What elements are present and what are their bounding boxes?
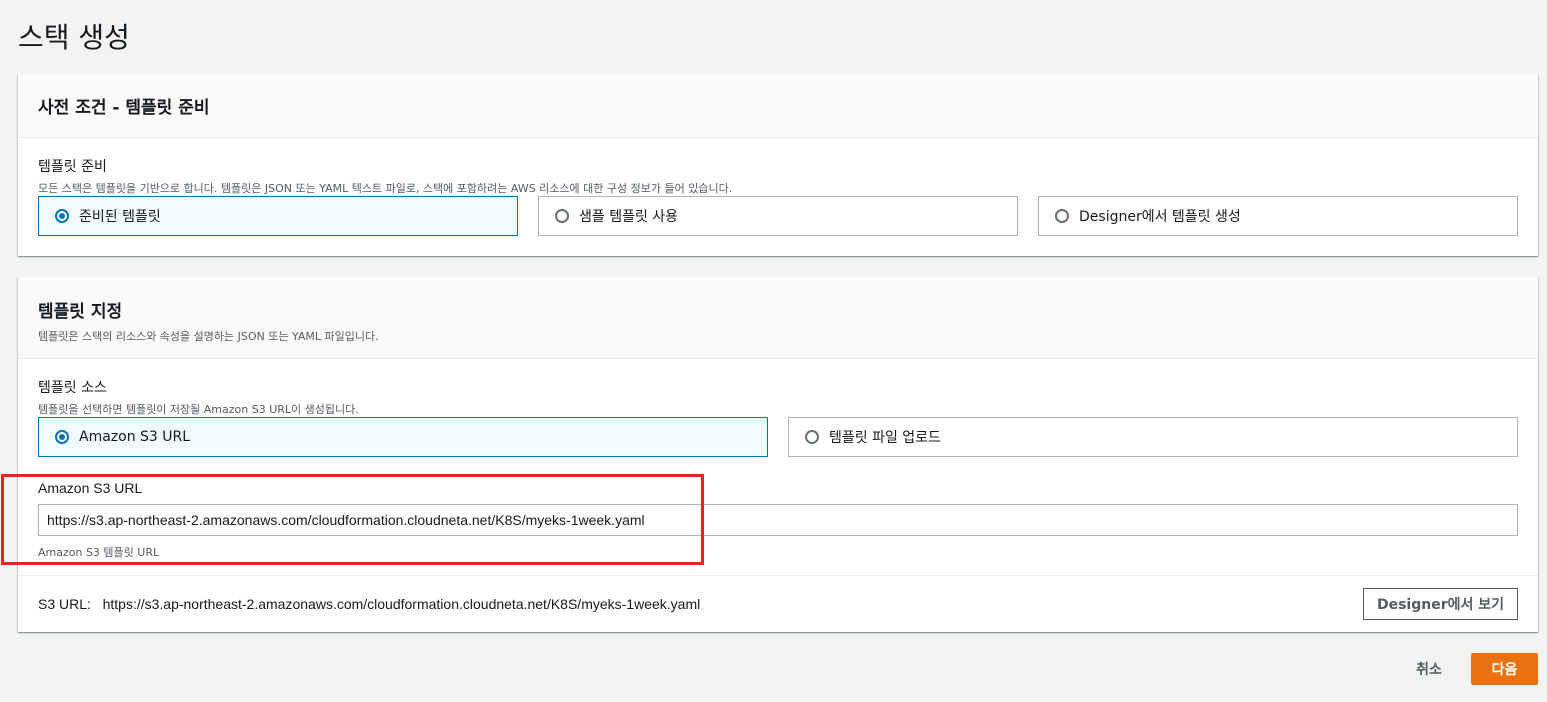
s3-url-summary-row: S3 URL: https://s3.ap-northeast-2.amazon… [18, 575, 1538, 633]
specify-panel-header: 템플릿 지정 템플릿은 스택의 리소스와 속성을 설명하는 JSON 또는 YA… [18, 277, 1538, 359]
option-designer-create[interactable]: Designer에서 템플릿 생성 [1038, 196, 1518, 236]
radio-icon[interactable] [555, 209, 569, 223]
s3-url-hint: Amazon S3 템플릿 URL [38, 546, 160, 559]
s3-url-input[interactable]: https://s3.ap-northeast-2.amazonaws.com/… [38, 504, 1518, 536]
specify-template-panel: 템플릿 지정 템플릿은 스택의 리소스와 속성을 설명하는 JSON 또는 YA… [18, 277, 1538, 632]
prepare-template-label: 템플릿 준비 [38, 159, 107, 175]
specify-panel-title: 템플릿 지정 [38, 302, 123, 322]
prepare-template-field: 템플릿 준비 모든 스택은 템플릿을 기반으로 합니다. 템플릿은 JSON 또… [38, 156, 732, 196]
option-template-ready[interactable]: 준비된 템플릿 [38, 196, 518, 236]
option-label: Designer에서 템플릿 생성 [1079, 209, 1241, 225]
s3-url-input-value: https://s3.ap-northeast-2.amazonaws.com/… [47, 512, 645, 528]
option-label: 샘플 템플릿 사용 [579, 209, 679, 225]
prereq-panel-title: 사전 조건 - 템플릿 준비 [38, 98, 210, 118]
option-upload-template-file[interactable]: 템플릿 파일 업로드 [788, 417, 1518, 457]
prereq-panel-header: 사전 조건 - 템플릿 준비 [18, 74, 1538, 138]
radio-selected-icon[interactable] [55, 430, 69, 444]
s3-url-summary-value: https://s3.ap-northeast-2.amazonaws.com/… [102, 596, 701, 612]
template-source-label: 템플릿 소스 [38, 380, 107, 396]
option-label: Amazon S3 URL [79, 429, 191, 445]
s3-url-summary: S3 URL: https://s3.ap-northeast-2.amazon… [38, 596, 700, 612]
radio-icon[interactable] [1055, 209, 1069, 223]
template-source-field: 템플릿 소스 템플릿을 선택하면 템플릿이 저장될 Amazon S3 URL이… [38, 377, 359, 417]
option-label: 준비된 템플릿 [79, 209, 161, 225]
option-amazon-s3-url[interactable]: Amazon S3 URL [38, 417, 768, 457]
cancel-button[interactable]: 취소 [1405, 656, 1453, 682]
next-button[interactable]: 다음 [1471, 653, 1538, 685]
s3-url-label: Amazon S3 URL [38, 480, 143, 496]
option-sample-template[interactable]: 샘플 템플릿 사용 [538, 196, 1018, 236]
page-title: 스택 생성 [18, 21, 130, 54]
radio-selected-icon[interactable] [55, 209, 69, 223]
specify-panel-desc: 템플릿은 스택의 리소스와 속성을 설명하는 JSON 또는 YAML 파일입니… [38, 330, 379, 343]
prereq-panel: 사전 조건 - 템플릿 준비 템플릿 준비 모든 스택은 템플릿을 기반으로 합… [18, 74, 1538, 256]
radio-icon[interactable] [805, 430, 819, 444]
prepare-template-desc: 모든 스택은 템플릿을 기반으로 합니다. 템플릿은 JSON 또는 YAML … [38, 182, 733, 195]
s3-url-prefix: S3 URL: [38, 596, 91, 612]
template-source-desc: 템플릿을 선택하면 템플릿이 저장될 Amazon S3 URL이 생성됩니다. [38, 403, 359, 416]
view-in-designer-button[interactable]: Designer에서 보기 [1363, 588, 1518, 620]
option-label: 템플릿 파일 업로드 [829, 430, 941, 446]
